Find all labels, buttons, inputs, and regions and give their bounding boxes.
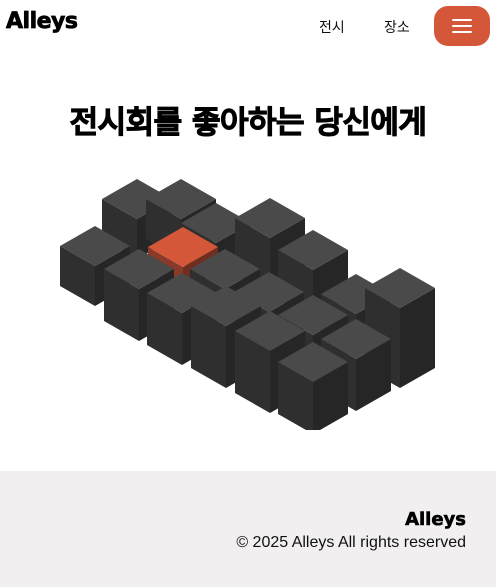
footer-copyright: © 2025 Alleys All rights reserved (236, 534, 466, 551)
footer-logo: Alleys (405, 509, 467, 531)
hero-title: 전시회를 좋아하는 당신에게 (69, 105, 427, 142)
site-logo[interactable]: Alleys (6, 9, 79, 35)
isometric-cubes-illustration (60, 179, 435, 430)
site-footer: Alleys © 2025 Alleys All rights reserved (0, 471, 496, 587)
nav-link-exhibition[interactable]: 전시 (319, 17, 345, 37)
hamburger-menu-icon (452, 19, 472, 33)
site-header: Alleys 전시 장소 (0, 0, 496, 52)
menu-button[interactable] (434, 6, 490, 46)
nav-link-place[interactable]: 장소 (384, 17, 410, 37)
